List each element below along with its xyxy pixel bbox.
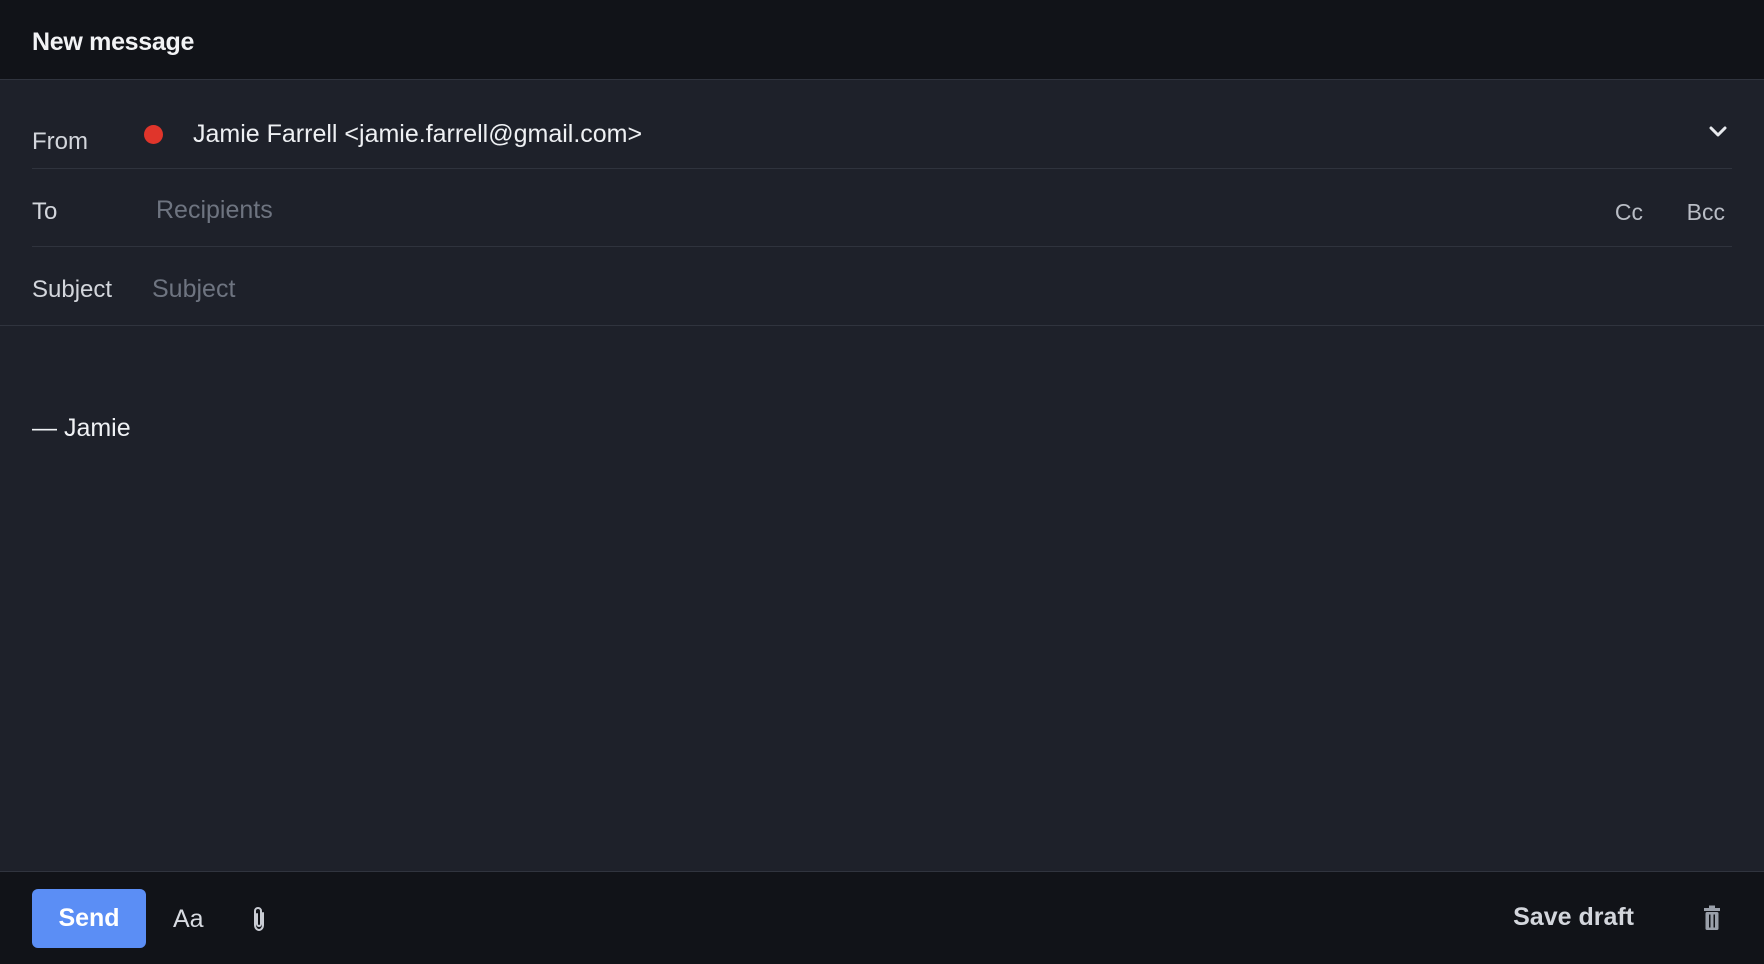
trash-icon[interactable] — [1702, 905, 1722, 931]
recipients-input[interactable] — [156, 194, 1556, 226]
send-button[interactable]: Send — [32, 889, 146, 948]
from-row[interactable]: From Jamie Farrell <jamie.farrell@gmail.… — [32, 80, 1732, 169]
compose-header: New message — [0, 0, 1764, 80]
save-draft-button[interactable]: Save draft — [1513, 903, 1634, 932]
bcc-button[interactable]: Bcc — [1687, 199, 1725, 226]
to-row: To Cc Bcc — [32, 169, 1732, 247]
text-format-button[interactable]: Aa — [173, 905, 204, 934]
paperclip-icon[interactable] — [248, 904, 270, 934]
subject-input[interactable] — [152, 273, 1652, 305]
from-account-value[interactable]: Jamie Farrell <jamie.farrell@gmail.com> — [193, 120, 642, 149]
compose-title: New message — [32, 28, 195, 56]
compose-fields: From Jamie Farrell <jamie.farrell@gmail.… — [0, 80, 1764, 326]
to-label: To — [32, 198, 58, 225]
account-status-dot — [144, 125, 163, 144]
subject-row: Subject — [32, 247, 1732, 325]
subject-label: Subject — [32, 276, 113, 303]
compose-footer: Send Aa Save draft — [0, 871, 1764, 964]
cc-button[interactable]: Cc — [1615, 199, 1643, 226]
from-label: From — [32, 128, 88, 155]
message-body[interactable]: — Jamie — [0, 326, 1764, 871]
chevron-down-icon[interactable] — [1706, 120, 1730, 144]
signature-text: — Jamie — [32, 414, 131, 442]
